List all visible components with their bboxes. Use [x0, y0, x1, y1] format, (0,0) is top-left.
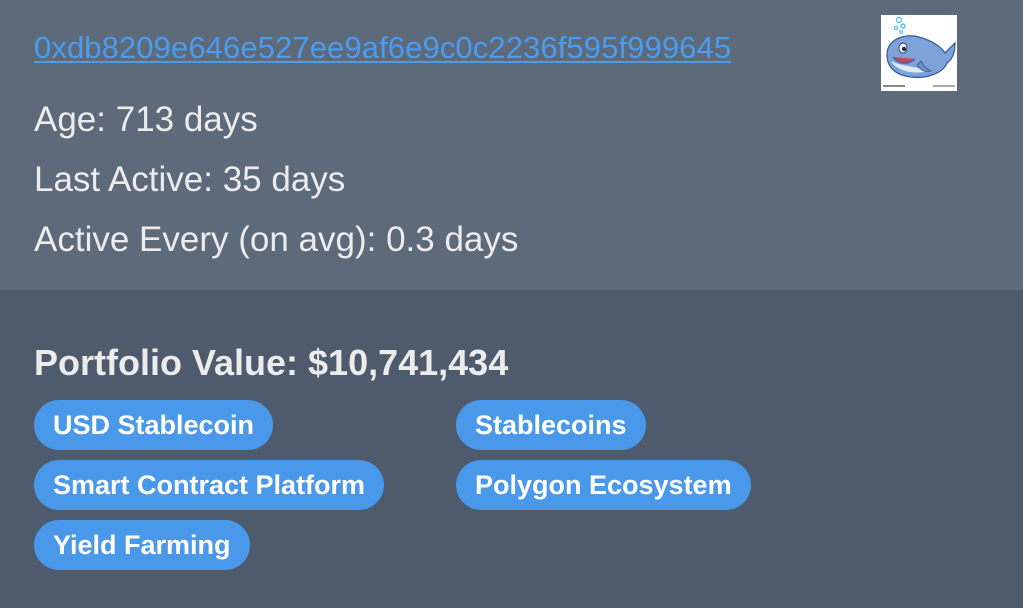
- whale-icon: [881, 15, 957, 91]
- tag-polygon-ecosystem[interactable]: Polygon Ecosystem: [456, 460, 751, 510]
- wallet-summary-panel: 0xdb8209e646e527ee9af6e9c0c2236f595f9996…: [0, 0, 1023, 290]
- portfolio-panel: Portfolio Value: $10,741,434 USD Stablec…: [0, 290, 1023, 608]
- tag-yield-farming[interactable]: Yield Farming: [34, 520, 250, 570]
- wallet-last-active: Last Active: 35 days: [34, 160, 346, 199]
- portfolio-value: Portfolio Value: $10,741,434: [34, 342, 509, 383]
- wallet-active-frequency: Active Every (on avg): 0.3 days: [34, 220, 519, 259]
- tag-smart-contract-platform[interactable]: Smart Contract Platform: [34, 460, 385, 510]
- wallet-address-link[interactable]: 0xdb8209e646e527ee9af6e9c0c2236f595f9996…: [34, 30, 731, 66]
- wallet-age: Age: 713 days: [34, 100, 258, 139]
- tag-usd-stablecoin[interactable]: USD Stablecoin: [34, 400, 274, 450]
- tag-stablecoins[interactable]: Stablecoins: [456, 400, 646, 450]
